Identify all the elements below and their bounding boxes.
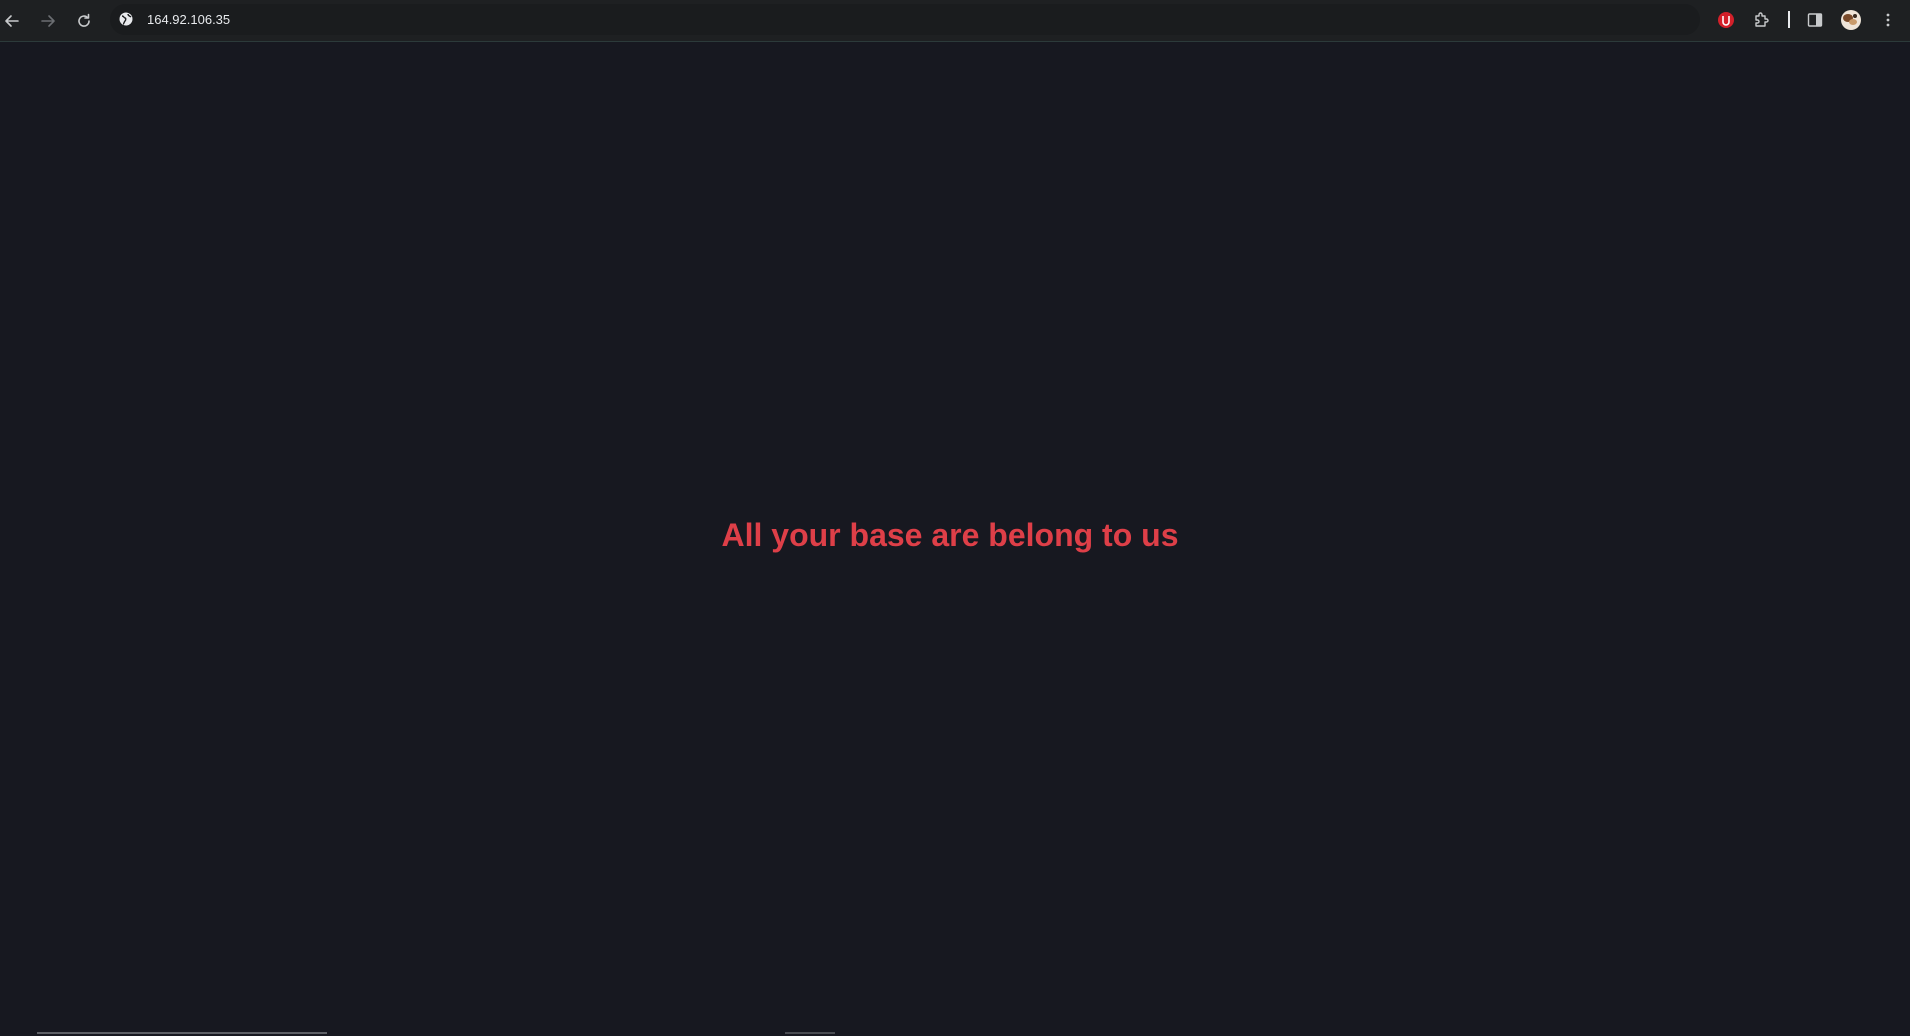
arrow-left-icon [5, 15, 19, 27]
scroll-indicator [785, 1032, 835, 1034]
puzzle-piece-icon [1755, 12, 1769, 27]
side-panel-button[interactable] [1804, 9, 1826, 31]
address-bar[interactable]: 164.92.106.35 [110, 4, 1700, 35]
browser-toolbar: 164.92.106.35 [0, 0, 1910, 42]
toolbar-separator [1788, 11, 1790, 28]
avatar [1841, 10, 1861, 30]
horizontal-scrollbar[interactable] [37, 1032, 327, 1034]
back-button[interactable] [0, 9, 24, 33]
extension-button[interactable] [1715, 9, 1737, 31]
kebab-menu-icon [1886, 13, 1890, 27]
url-text[interactable]: 164.92.106.35 [147, 12, 230, 27]
red-shield-extension-icon [1718, 12, 1734, 28]
page-headline: All your base are belong to us [721, 517, 1179, 553]
menu-button[interactable] [1877, 9, 1899, 31]
arrow-right-icon [41, 15, 55, 27]
side-panel-icon [1807, 13, 1823, 27]
profile-button[interactable] [1840, 9, 1862, 31]
extensions-button[interactable] [1751, 9, 1773, 31]
globe-icon[interactable] [118, 11, 134, 27]
reload-button[interactable] [72, 9, 96, 33]
reload-icon [78, 13, 90, 27]
forward-button[interactable] [36, 9, 60, 33]
